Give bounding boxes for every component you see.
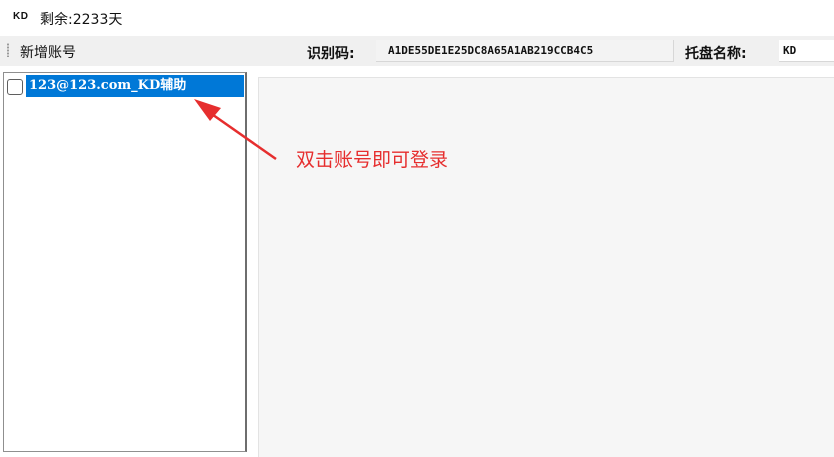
annotation-arrow-icon: [194, 99, 277, 161]
